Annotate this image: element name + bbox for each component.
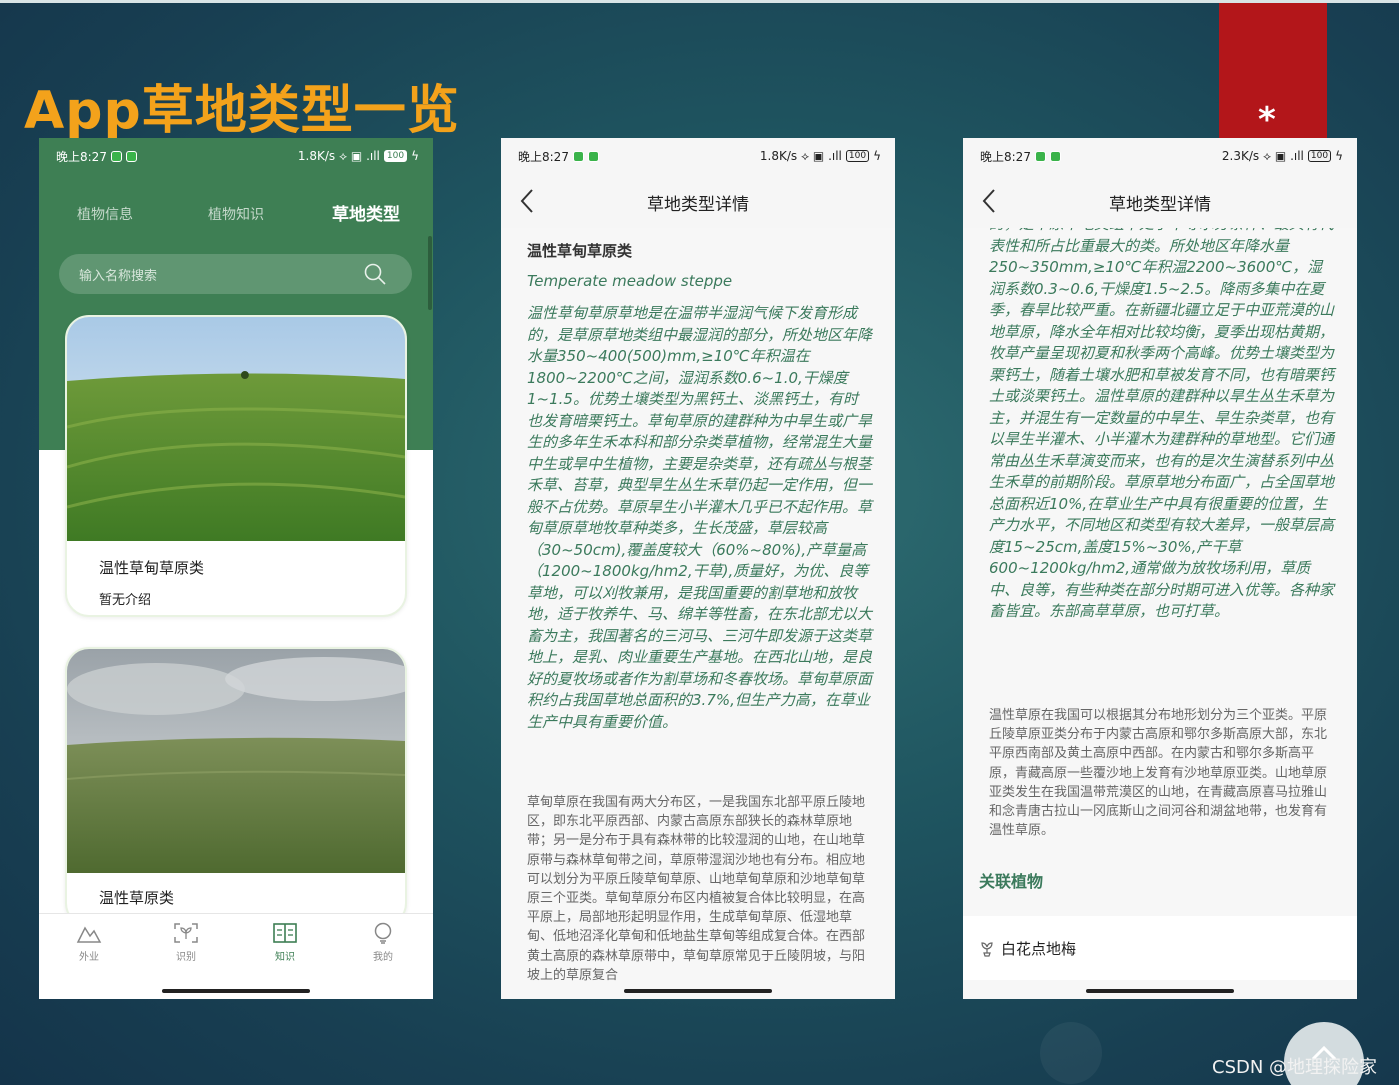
notification-icon — [1034, 150, 1046, 162]
status-time: 晚上8:27 — [56, 149, 107, 164]
search-placeholder: 输入名称搜索 — [79, 268, 158, 284]
notification-icon — [1049, 150, 1061, 162]
related-plant-name: 白花点地梅 — [1001, 939, 1077, 958]
scrollbar[interactable] — [428, 236, 432, 310]
tab-grassland-type[interactable]: 草地类型 — [332, 200, 400, 225]
battery-icon: 100 — [383, 150, 408, 162]
description-highlight: 的，是草原草地类组中处于中等水分条件、最具有代表性和所占比重最大的类。所处地区年… — [989, 228, 1335, 620]
tab-plant-info[interactable]: 植物信息 — [77, 204, 133, 224]
plant-pot-icon — [981, 942, 993, 957]
nav-label: 外业 — [79, 952, 99, 963]
battery-icon: 100 — [1307, 150, 1332, 162]
asterisk-mark: * — [1258, 100, 1276, 140]
search-input[interactable]: 输入名称搜索 — [59, 254, 412, 294]
signal-icon: ⟡ ▣ .ıll — [801, 148, 842, 163]
charging-icon: ϟ — [411, 149, 419, 163]
card-title: 温性草原类 — [99, 889, 175, 907]
status-bar: 晚上8:27 2.3K/s ⟡ ▣ .ıll 100 ϟ — [963, 138, 1357, 174]
status-time: 晚上8:27 — [518, 149, 569, 164]
page-title: 草地类型详情 — [647, 195, 749, 215]
detail-topbar: 草地类型详情 — [963, 174, 1357, 228]
related-plant-item[interactable]: 白花点地梅 — [963, 916, 1357, 980]
status-bar: 晚上8:27 1.8K/s ⟡ ▣ .ıll 100 ϟ — [39, 138, 433, 174]
status-bar: 晚上8:27 1.8K/s ⟡ ▣ .ıll 100 ϟ — [501, 138, 895, 174]
scan-plant-icon — [174, 923, 198, 943]
grassland-card[interactable]: 温性草甸草原类 暂无介绍 — [65, 315, 407, 617]
detail-content[interactable]: 的，是草原草地类组中处于中等水分条件、最具有代表性和所占比重最大的类。所处地区年… — [963, 228, 1357, 999]
grassland-card[interactable]: 温性草原类 — [65, 647, 407, 927]
nav-identify[interactable]: 识别 — [156, 922, 216, 963]
notification-icon — [125, 150, 137, 162]
latin-name: Temperate meadow steppe — [527, 272, 733, 290]
csdn-watermark: CSDN @地理探险家 — [1212, 1057, 1378, 1078]
phone-detail-temperate-steppe: 晚上8:27 2.3K/s ⟡ ▣ .ıll 100 ϟ 草地类型详情 的，是草… — [963, 138, 1357, 999]
meadow-steppe-photo — [67, 317, 405, 541]
notification-icon — [587, 150, 599, 162]
subtype-text: 温性草原在我国可以根据其分布地形划分为三个亚类。平原丘陵草原亚类分布于内蒙古高原… — [989, 708, 1328, 839]
card-description: 暂无介绍 — [99, 593, 152, 608]
slide-top-line — [0, 0, 1399, 3]
detail-topbar: 草地类型详情 — [501, 174, 895, 228]
battery-icon: 100 — [845, 150, 870, 162]
phone-detail-meadow-steppe: 晚上8:27 1.8K/s ⟡ ▣ .ıll 100 ϟ 草地类型详情 温性草甸… — [501, 138, 895, 999]
detail-content[interactable]: 温性草甸草原类 Temperate meadow steppe 温性草甸草原草地… — [501, 228, 895, 999]
page-title: 草地类型详情 — [1109, 195, 1211, 215]
home-indicator[interactable] — [1086, 989, 1234, 993]
charging-icon: ϟ — [1335, 149, 1343, 163]
description-highlight: 温性草甸草原草地是在温带半湿润气候下发育形成的，是草原草地类组中最湿润的部分，所… — [527, 304, 873, 731]
bottom-nav: 外业 识别 知识 我的 — [39, 913, 433, 999]
slide-title: App草地类型一览 — [24, 81, 460, 141]
grassland-type-name: 温性草甸草原类 — [527, 242, 633, 260]
status-time: 晚上8:27 — [980, 149, 1031, 164]
net-speed: 1.8K/s — [297, 149, 336, 163]
tab-plant-knowledge[interactable]: 植物知识 — [208, 204, 264, 224]
nav-label: 知识 — [275, 952, 295, 963]
notification-icon — [110, 150, 122, 162]
notification-icon — [572, 150, 584, 162]
phone-grassland-list: 晚上8:27 1.8K/s ⟡ ▣ .ıll 100 ϟ 植物信息 植物知识 草… — [39, 138, 433, 999]
profile-pin-icon — [374, 922, 392, 944]
nav-fieldwork[interactable]: 外业 — [59, 922, 119, 963]
search-icon[interactable] — [364, 263, 386, 285]
signal-icon: ⟡ ▣ .ıll — [1263, 148, 1304, 163]
decorative-circle — [1040, 1022, 1102, 1084]
nav-profile[interactable]: 我的 — [353, 922, 413, 963]
temperate-steppe-photo — [67, 649, 405, 873]
related-plants-heading: 关联植物 — [979, 872, 1044, 891]
charging-icon: ϟ — [873, 149, 881, 163]
nav-knowledge[interactable]: 知识 — [255, 922, 315, 963]
signal-icon: ⟡ ▣ .ıll — [339, 148, 380, 163]
book-icon — [273, 923, 297, 943]
home-indicator[interactable] — [162, 989, 310, 993]
nav-label: 识别 — [176, 952, 196, 963]
net-speed: 1.8K/s — [759, 149, 798, 163]
card-title: 温性草甸草原类 — [99, 559, 205, 577]
distribution-text: 草甸草原在我国有两大分布区，一是我国东北部平原丘陵地区，即东北平原西部、内蒙古高… — [527, 795, 866, 983]
mountain-icon — [76, 926, 102, 943]
nav-label: 我的 — [373, 952, 393, 963]
net-speed: 2.3K/s — [1221, 149, 1260, 163]
home-indicator[interactable] — [624, 989, 772, 993]
